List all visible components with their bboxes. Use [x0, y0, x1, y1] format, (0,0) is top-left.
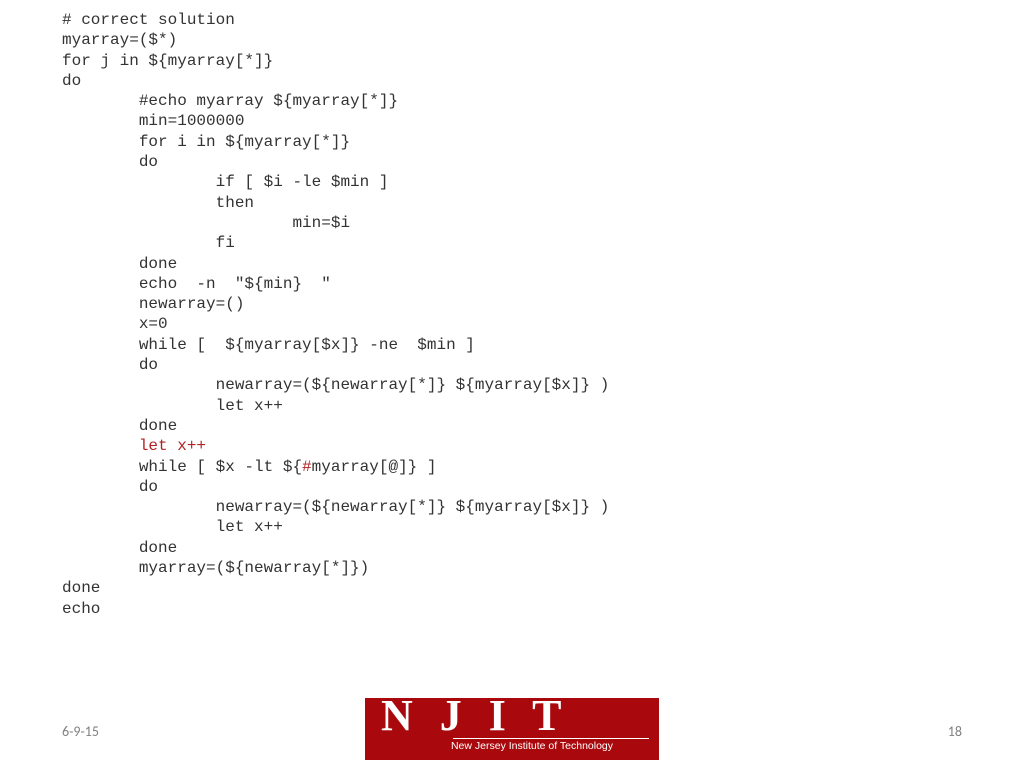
code-highlight: let x++	[139, 437, 206, 455]
slide: # correct solution myarray=($*) for j in…	[0, 0, 1024, 768]
code-line: newarray=()	[62, 295, 244, 313]
code-line-part: myarray[@]} ]	[312, 458, 437, 476]
code-line: done	[62, 579, 100, 597]
code-block: # correct solution myarray=($*) for j in…	[62, 10, 609, 619]
code-line: # correct solution	[62, 11, 235, 29]
code-line: let x++	[62, 518, 283, 536]
code-line: if [ $i -le $min ]	[62, 173, 388, 191]
code-line: min=$i	[62, 214, 350, 232]
code-line: echo	[62, 600, 100, 618]
footer-date: 6-9-15	[62, 723, 99, 740]
code-line: x=0	[62, 315, 168, 333]
njit-logo: N J I T New Jersey Institute of Technolo…	[365, 698, 659, 760]
code-line: do	[62, 478, 158, 496]
code-line-part	[62, 437, 139, 455]
code-line: do	[62, 356, 158, 374]
code-line: min=1000000	[62, 112, 244, 130]
footer-page-number: 18	[948, 723, 962, 740]
code-line: done	[62, 539, 177, 557]
code-line: then	[62, 194, 254, 212]
code-highlight: #	[302, 458, 312, 476]
code-line: do	[62, 153, 158, 171]
code-line: echo -n "${min} "	[62, 275, 331, 293]
code-line: myarray=($*)	[62, 31, 177, 49]
code-line: myarray=(${newarray[*]})	[62, 559, 369, 577]
code-line: do	[62, 72, 81, 90]
code-line: fi	[62, 234, 235, 252]
code-line-part: while [ $x -lt ${	[62, 458, 302, 476]
logo-fullname: New Jersey Institute of Technology	[365, 740, 659, 752]
code-line: done	[62, 255, 177, 273]
logo-acronym: N J I T	[381, 698, 569, 740]
code-line: done	[62, 417, 177, 435]
code-line: newarray=(${newarray[*]} ${myarray[$x]} …	[62, 376, 609, 394]
code-line: newarray=(${newarray[*]} ${myarray[$x]} …	[62, 498, 609, 516]
logo-divider	[453, 738, 649, 739]
code-line: let x++	[62, 397, 283, 415]
code-line: #echo myarray ${myarray[*]}	[62, 92, 398, 110]
code-line: while [ ${myarray[$x]} -ne $min ]	[62, 336, 475, 354]
code-line: for j in ${myarray[*]}	[62, 52, 273, 70]
code-line: for i in ${myarray[*]}	[62, 133, 350, 151]
